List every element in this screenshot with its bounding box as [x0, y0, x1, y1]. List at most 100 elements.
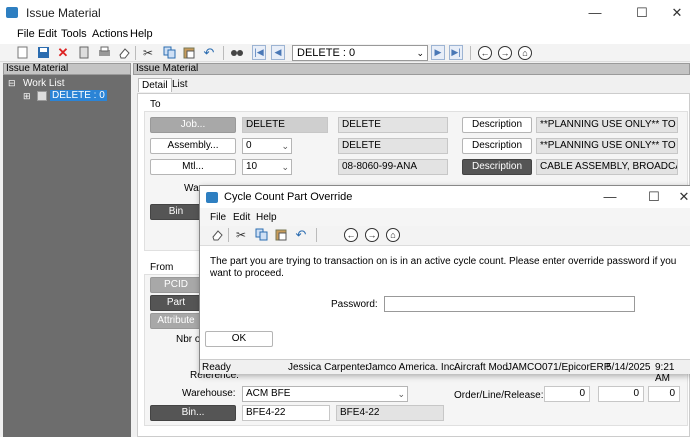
copy-icon[interactable] [162, 46, 176, 60]
record-selector-value: DELETE : 0 [297, 47, 356, 59]
description-button-3[interactable]: Description [462, 159, 532, 175]
toolbar-separator [228, 228, 229, 242]
status-bar: Ready Jessica Carpenter Jamco America. I… [200, 359, 690, 384]
bin-from-button[interactable]: Bin... [150, 405, 236, 421]
previous-record-button[interactable]: ◀ [271, 45, 285, 60]
order-field[interactable]: 0 [544, 386, 590, 402]
minimize-button[interactable]: — [585, 4, 605, 22]
line-field[interactable]: 0 [598, 386, 644, 402]
dialog-menu-bar: File Edit Help [200, 208, 690, 226]
status-company: Jamco America. Inc. [367, 362, 458, 373]
back-icon[interactable]: ← [344, 228, 358, 242]
dialog-menu-help[interactable]: Help [256, 212, 277, 223]
description-field-3: CABLE ASSEMBLY, BROADCAS [536, 159, 678, 175]
copy-icon[interactable] [254, 228, 268, 242]
tab-list[interactable]: List [169, 78, 191, 91]
menu-tools[interactable]: Tools [61, 28, 87, 40]
pcid-button[interactable]: PCID [150, 277, 202, 293]
print-icon[interactable] [97, 46, 111, 60]
close-button[interactable]: ✕ [667, 4, 687, 22]
first-record-button[interactable]: |◀ [252, 45, 266, 60]
description-field-1: **PLANNING USE ONLY** TO DE [536, 117, 678, 133]
assembly-dropdown[interactable]: 0 ⌄ [242, 138, 292, 154]
app-icon [6, 7, 18, 18]
job-description: DELETE [338, 117, 448, 133]
dialog-minimize-button[interactable]: — [600, 188, 620, 206]
tree-item-delete[interactable]: DELETE : 0 [50, 90, 107, 101]
maximize-button[interactable]: ☐ [632, 4, 652, 22]
new-icon[interactable] [16, 46, 30, 60]
tree-root[interactable]: Work List [23, 78, 65, 89]
description-button-1[interactable]: Description [462, 117, 532, 133]
dialog-menu-edit[interactable]: Edit [233, 212, 250, 223]
last-record-button[interactable]: ▶| [449, 45, 463, 60]
undo-icon[interactable]: ↶ [202, 46, 216, 60]
toolbar-separator [135, 46, 136, 60]
bin-field[interactable]: BFE4-22 [242, 405, 330, 421]
job-field: DELETE [242, 117, 328, 133]
record-selector[interactable]: DELETE : 0 ⌄ [292, 45, 428, 61]
cycle-count-dialog: Cycle Count Part Override — ☐ ✕ File Edi… [199, 185, 690, 384]
menu-file[interactable]: File [17, 28, 35, 40]
warehouse-value: ACM BFE [246, 388, 291, 399]
paste-icon[interactable] [182, 46, 196, 60]
dialog-maximize-button[interactable]: ☐ [644, 188, 664, 206]
title-bar: Issue Material — ☐ ✕ [0, 0, 690, 26]
job-button[interactable]: Job... [150, 117, 236, 133]
search-icon[interactable] [230, 46, 244, 60]
bin-description: BFE4-22 [336, 405, 444, 421]
attribute-button[interactable]: Attribute [150, 313, 202, 329]
dialog-toolbar: ✂ ↶ ← → ⌂ [200, 226, 690, 246]
assembly-button[interactable]: Assembly... [150, 138, 236, 154]
mtl-dropdown[interactable]: 10 ⌄ [242, 159, 292, 175]
forward-icon[interactable]: → [365, 228, 379, 242]
tab-detail[interactable]: Detail [138, 78, 172, 92]
document-icon [37, 91, 47, 101]
mtl-button[interactable]: Mtl... [150, 159, 236, 175]
dialog-app-icon [206, 192, 218, 203]
cycle-count-message: The part you are trying to transaction o… [210, 256, 677, 279]
password-label: Password: [331, 299, 378, 310]
cut-icon[interactable]: ✂ [234, 228, 248, 242]
back-icon[interactable]: ← [478, 46, 492, 60]
dialog-menu-file[interactable]: File [210, 212, 226, 223]
part-button[interactable]: Part [150, 295, 202, 311]
eraser-icon[interactable] [117, 46, 131, 60]
description-button-2[interactable]: Description [462, 138, 532, 154]
dialog-title: Cycle Count Part Override [224, 191, 353, 203]
release-field[interactable]: 0 [648, 386, 680, 402]
ok-button[interactable]: OK [205, 331, 273, 347]
warehouse-dropdown[interactable]: ACM BFE ⌄ [242, 386, 408, 402]
expand-icon[interactable]: ⊞ [23, 91, 31, 102]
undo-icon[interactable]: ↶ [294, 228, 308, 242]
window-title: Issue Material [26, 6, 101, 20]
attach-icon[interactable] [77, 46, 91, 60]
forward-icon[interactable]: → [498, 46, 512, 60]
nbr-label: Nbr o [176, 334, 201, 345]
eraser-icon[interactable] [210, 228, 224, 242]
dialog-close-button[interactable]: ✕ [674, 188, 690, 206]
home-icon[interactable]: ⌂ [518, 46, 532, 60]
toolbar-separator [470, 46, 471, 60]
save-icon[interactable] [36, 46, 50, 60]
toolbar-separator [316, 228, 317, 242]
home-icon[interactable]: ⌂ [386, 228, 400, 242]
assembly-value: 0 [246, 140, 252, 151]
paste-icon[interactable] [274, 228, 288, 242]
mtl-value: 10 [246, 161, 258, 172]
tab-bar: Detail List [133, 75, 690, 93]
dialog-body: The part you are trying to transaction o… [200, 246, 690, 359]
collapse-icon[interactable]: ⊟ [8, 78, 16, 89]
bin-to-button[interactable]: Bin [150, 204, 202, 220]
status-date: 5/14/2025 [606, 362, 651, 373]
status-ready: Ready [202, 362, 231, 373]
password-input[interactable] [384, 296, 635, 312]
cut-icon[interactable]: ✂ [141, 46, 155, 60]
delete-icon[interactable]: ✕ [56, 46, 70, 60]
menu-actions[interactable]: Actions [92, 28, 128, 40]
menu-help[interactable]: Help [130, 28, 153, 40]
assembly-description: DELETE [338, 138, 448, 154]
menu-edit[interactable]: Edit [38, 28, 57, 40]
status-time: 9:21 AM [655, 362, 675, 384]
next-record-button[interactable]: ▶ [431, 45, 445, 60]
